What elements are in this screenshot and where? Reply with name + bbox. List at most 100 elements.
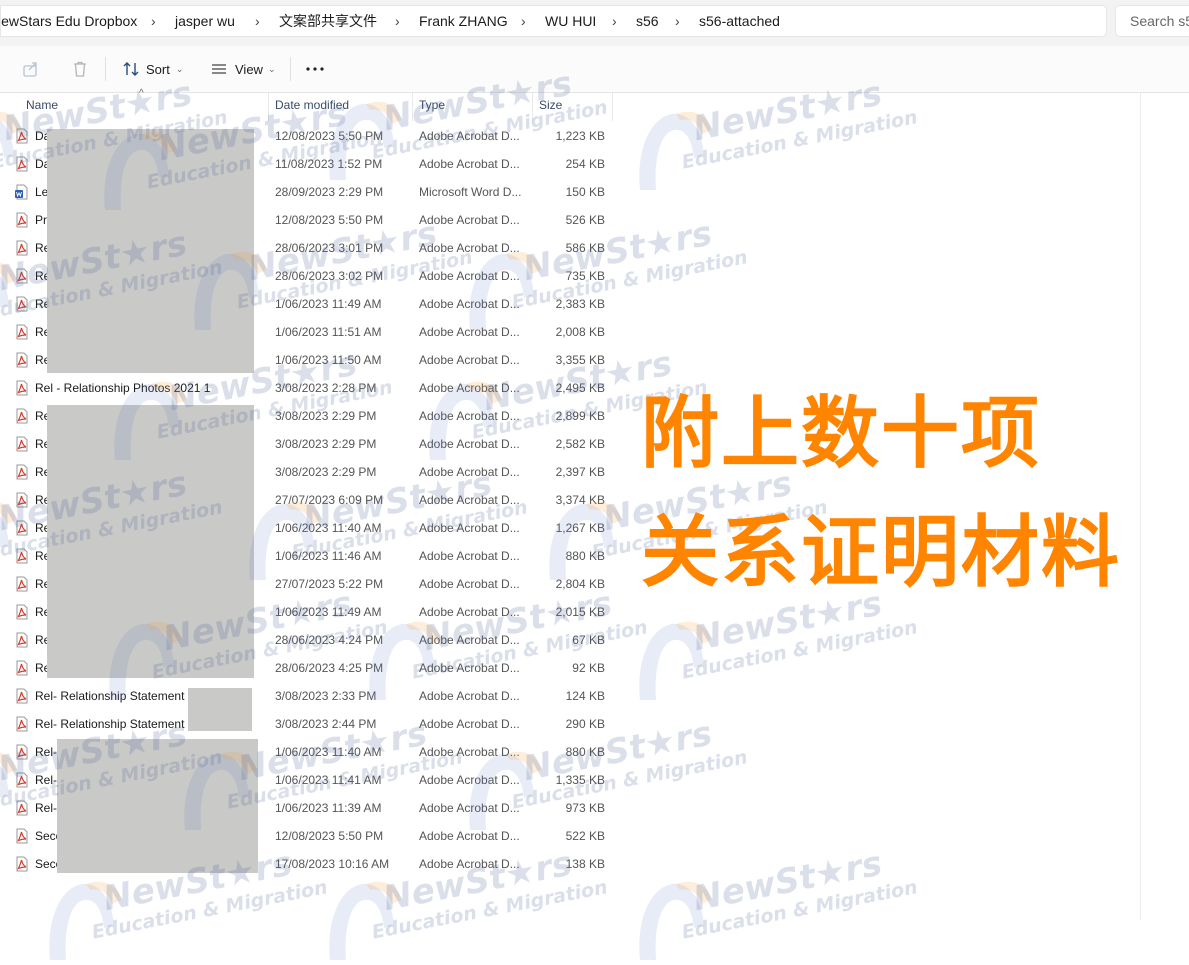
file-size: 67 KB (572, 633, 605, 647)
breadcrumb-item-frank-zhang[interactable]: Frank ZHANG (419, 6, 508, 36)
pdf-file-icon (14, 352, 30, 368)
breadcrumb-item-wu-hui[interactable]: WU HUI (545, 6, 596, 36)
breadcrumb-item-shared-files[interactable]: 文案部共享文件 (279, 6, 377, 36)
file-size: 124 KB (565, 689, 605, 703)
logo-swoosh-icon (639, 621, 711, 700)
file-size: 1,267 KB (555, 521, 605, 535)
watermark-tagline: Education & Migration (90, 876, 330, 944)
file-type: Adobe Acrobat D... (419, 297, 520, 311)
file-type: Adobe Acrobat D... (419, 773, 520, 787)
file-type: Adobe Acrobat D... (419, 409, 520, 423)
column-header-size[interactable]: Size (533, 93, 613, 121)
file-date-modified: 28/06/2023 4:25 PM (275, 661, 384, 675)
pdf-file-icon (14, 156, 30, 172)
pdf-file-icon (14, 240, 30, 256)
view-lines-icon (212, 64, 226, 74)
logo-swoosh-icon (329, 881, 401, 960)
file-size: 2,015 KB (555, 605, 605, 619)
pdf-file-icon (14, 800, 30, 816)
file-size: 2,008 KB (555, 325, 605, 339)
chevron-right-icon: › (255, 13, 260, 29)
file-date-modified: 3/08/2023 2:33 PM (275, 689, 377, 703)
breadcrumb-item-dropbox[interactable]: NewStars Edu Dropbox (0, 6, 137, 36)
file-size: 880 KB (565, 549, 605, 563)
file-size: 2,495 KB (555, 381, 605, 395)
file-date-modified: 3/08/2023 2:28 PM (275, 381, 377, 395)
file-type: Adobe Acrobat D... (419, 605, 520, 619)
file-type: Adobe Acrobat D... (419, 661, 520, 675)
pdf-file-icon (14, 688, 30, 704)
file-date-modified: 1/06/2023 11:49 AM (275, 605, 382, 619)
pdf-file-icon (14, 436, 30, 452)
file-date-modified: 27/07/2023 6:09 PM (275, 493, 384, 507)
file-type: Adobe Acrobat D... (419, 241, 520, 255)
file-size: 2,383 KB (555, 297, 605, 311)
sort-label: Sort (146, 61, 170, 77)
file-type: Adobe Acrobat D... (419, 633, 520, 647)
file-type: Adobe Acrobat D... (419, 577, 520, 591)
breadcrumb-item-jasper-wu[interactable]: jasper wu (175, 6, 235, 36)
title-bar: NewStars Edu Dropbox › jasper wu › 文案部共享… (0, 0, 1189, 46)
file-date-modified: 1/06/2023 11:46 AM (275, 549, 382, 563)
pdf-file-icon (14, 828, 30, 844)
column-header-name[interactable]: Name (20, 93, 269, 121)
pdf-file-icon (14, 212, 30, 228)
file-size: 150 KB (565, 185, 605, 199)
file-row[interactable]: Rel - Relationship Photos 2021 1 3/08/202… (0, 374, 620, 402)
file-type: Adobe Acrobat D... (419, 801, 520, 815)
file-type: Adobe Acrobat D... (419, 157, 520, 171)
delete-button[interactable] (71, 54, 89, 84)
more-options-button[interactable] (305, 54, 325, 84)
file-date-modified: 28/06/2023 3:02 PM (275, 269, 384, 283)
chevron-right-icon: › (151, 13, 156, 29)
pdf-file-icon (14, 380, 30, 396)
file-row[interactable]: Rel- Relationship Statement -3/08/2023 2… (0, 682, 620, 710)
overlay-caption-line2: 关系证明材料 (641, 508, 1122, 598)
watermark-tagline: Education & Migration (370, 876, 610, 944)
file-name: Rel - Relationship Photos 2021 1 (35, 381, 211, 395)
pane-divider (1140, 93, 1141, 920)
view-button[interactable]: View ⌄ (210, 54, 276, 84)
watermark-tagline: Education & Migration (680, 616, 920, 684)
file-date-modified: 11/08/2023 1:52 PM (275, 157, 383, 171)
command-separator (290, 57, 291, 81)
file-type: Adobe Acrobat D... (419, 521, 520, 535)
file-size: 254 KB (565, 157, 605, 171)
pdf-file-icon (14, 632, 30, 648)
file-type: Adobe Acrobat D... (419, 493, 520, 507)
file-type: Adobe Acrobat D... (419, 129, 520, 143)
file-size: 2,804 KB (555, 577, 605, 591)
column-header-type[interactable]: Type (413, 93, 533, 121)
breadcrumb-item-s56-attached[interactable]: s56-attached (699, 6, 780, 36)
share-button[interactable] (22, 54, 40, 84)
file-date-modified: 1/06/2023 11:41 AM (275, 773, 382, 787)
pdf-file-icon (14, 408, 30, 424)
pdf-file-icon (14, 604, 30, 620)
watermark-tagline: Education & Migration (680, 876, 920, 944)
column-header-date[interactable]: Date modified (269, 93, 413, 121)
pdf-file-icon (14, 464, 30, 480)
file-size: 880 KB (565, 745, 605, 759)
logo-swoosh-icon (639, 881, 711, 960)
file-type: Adobe Acrobat D... (419, 549, 520, 563)
redaction-block (57, 739, 258, 873)
pdf-file-icon (14, 520, 30, 536)
file-size: 1,335 KB (555, 773, 605, 787)
address-bar[interactable]: NewStars Edu Dropbox › jasper wu › 文案部共享… (0, 5, 1107, 37)
file-date-modified: 28/06/2023 4:24 PM (275, 633, 384, 647)
file-row[interactable]: Rel- Relationship Statement -3/08/2023 2… (0, 710, 620, 738)
sort-button[interactable]: Sort ⌄ (122, 54, 183, 84)
search-input[interactable]: Search s56-attached (1115, 5, 1189, 37)
pdf-file-icon (14, 660, 30, 676)
file-date-modified: 27/07/2023 5:22 PM (275, 577, 384, 591)
chevron-right-icon: › (675, 13, 680, 29)
file-type: Adobe Acrobat D... (419, 381, 520, 395)
file-type: Adobe Acrobat D... (419, 829, 520, 843)
command-bar: Sort ⌄ View ⌄ (0, 46, 1189, 93)
file-size: 973 KB (565, 801, 605, 815)
file-date-modified: 1/06/2023 11:40 AM (275, 745, 382, 759)
logo-swoosh-icon (49, 881, 121, 960)
breadcrumb-item-s56[interactable]: s56 (636, 6, 659, 36)
file-date-modified: 3/08/2023 2:29 PM (275, 437, 377, 451)
file-date-modified: 1/06/2023 11:51 AM (275, 325, 382, 339)
